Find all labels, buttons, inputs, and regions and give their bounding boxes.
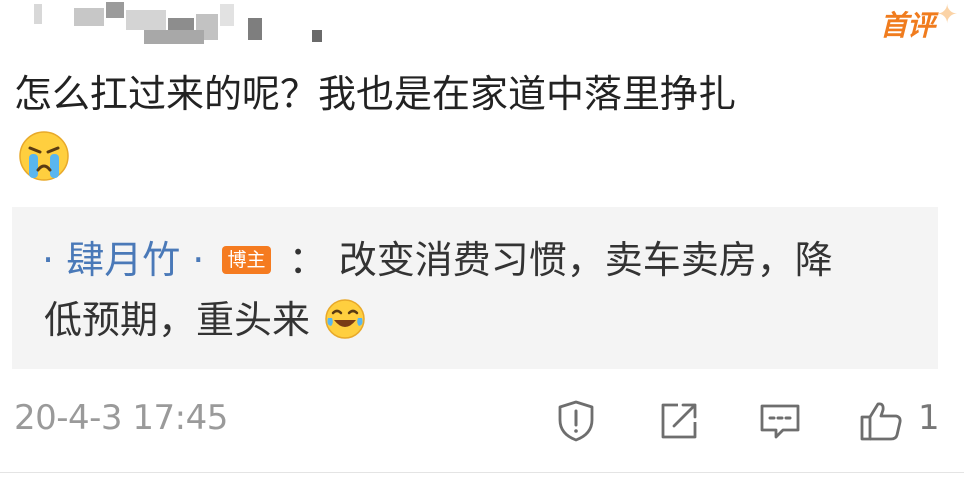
reply-prefix-dot: · bbox=[42, 238, 55, 282]
comment-icon[interactable] bbox=[757, 398, 803, 444]
reply-text-line2: 低预期，重头来 bbox=[44, 298, 311, 342]
reply-username-link[interactable]: 肆月竹 bbox=[66, 238, 180, 282]
share-icon[interactable] bbox=[656, 398, 702, 444]
like-icon[interactable] bbox=[858, 398, 904, 444]
author-badge: 博主 bbox=[222, 245, 271, 274]
reply-line-1: · 肆月竹 · 博主 ： 改变消费习惯，卖车卖房，降 bbox=[42, 232, 833, 288]
reply-line-2: 低预期，重头来 bbox=[44, 292, 366, 348]
sparkle-icon: ✦ bbox=[936, 0, 958, 30]
reply-suffix-dot: · bbox=[192, 238, 205, 282]
report-icon[interactable] bbox=[553, 398, 599, 444]
laughing-tears-icon bbox=[325, 298, 365, 339]
first-comment-badge: 首评 bbox=[879, 9, 935, 42]
reply-separator: ： bbox=[288, 238, 327, 282]
comment-timestamp: 20-4-3 17:45 bbox=[14, 398, 228, 438]
divider bbox=[0, 472, 964, 473]
reply-text-line1: 改变消费习惯，卖车卖房，降 bbox=[338, 238, 833, 282]
comment-text: 怎么扛过来的呢？我也是在家道中落里挣扎 bbox=[14, 72, 737, 116]
username-pixelated[interactable] bbox=[14, 0, 774, 50]
like-count: 1 bbox=[918, 398, 940, 438]
crying-face-icon bbox=[19, 131, 69, 181]
